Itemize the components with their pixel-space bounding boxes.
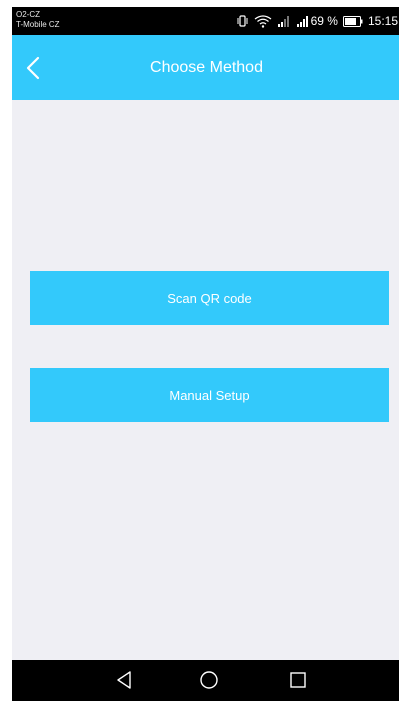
nav-home-icon	[200, 671, 218, 689]
signal-1-icon	[277, 15, 291, 27]
scan-qr-code-label: Scan QR code	[167, 290, 252, 306]
manual-setup-button[interactable]: Manual Setup	[30, 368, 389, 422]
wifi-icon	[254, 14, 272, 28]
scan-qr-code-button[interactable]: Scan QR code	[30, 271, 389, 325]
chevron-left-icon	[26, 56, 40, 80]
status-indicators: 69 % 15:15	[236, 12, 398, 30]
back-button[interactable]	[18, 51, 48, 85]
status-bar: O2-CZ T-Mobile CZ 69 % 15:15	[12, 7, 399, 35]
nav-back-button[interactable]	[110, 667, 138, 693]
carrier-primary: O2-CZ	[16, 10, 40, 19]
nav-recent-icon	[290, 672, 306, 688]
nav-back-icon	[117, 671, 131, 689]
signal-2-icon	[296, 16, 308, 27]
app-header: Choose Method	[12, 35, 399, 100]
carrier-secondary: T-Mobile CZ	[16, 20, 60, 29]
battery-icon	[342, 15, 363, 27]
navigation-bar	[12, 660, 399, 701]
phone-screen: O2-CZ T-Mobile CZ 69 % 15:15 Choose Meth…	[12, 7, 399, 701]
vibrate-icon	[236, 15, 249, 27]
clock: 15:15	[367, 14, 398, 28]
signal-battery-group: 69 %	[296, 14, 338, 28]
page-title: Choose Method	[150, 59, 263, 76]
carrier-info: O2-CZ T-Mobile CZ	[16, 10, 60, 30]
battery-percent: 69 %	[310, 14, 338, 28]
nav-home-button[interactable]	[195, 667, 223, 693]
nav-recent-button[interactable]	[284, 667, 312, 693]
manual-setup-label: Manual Setup	[169, 387, 250, 403]
